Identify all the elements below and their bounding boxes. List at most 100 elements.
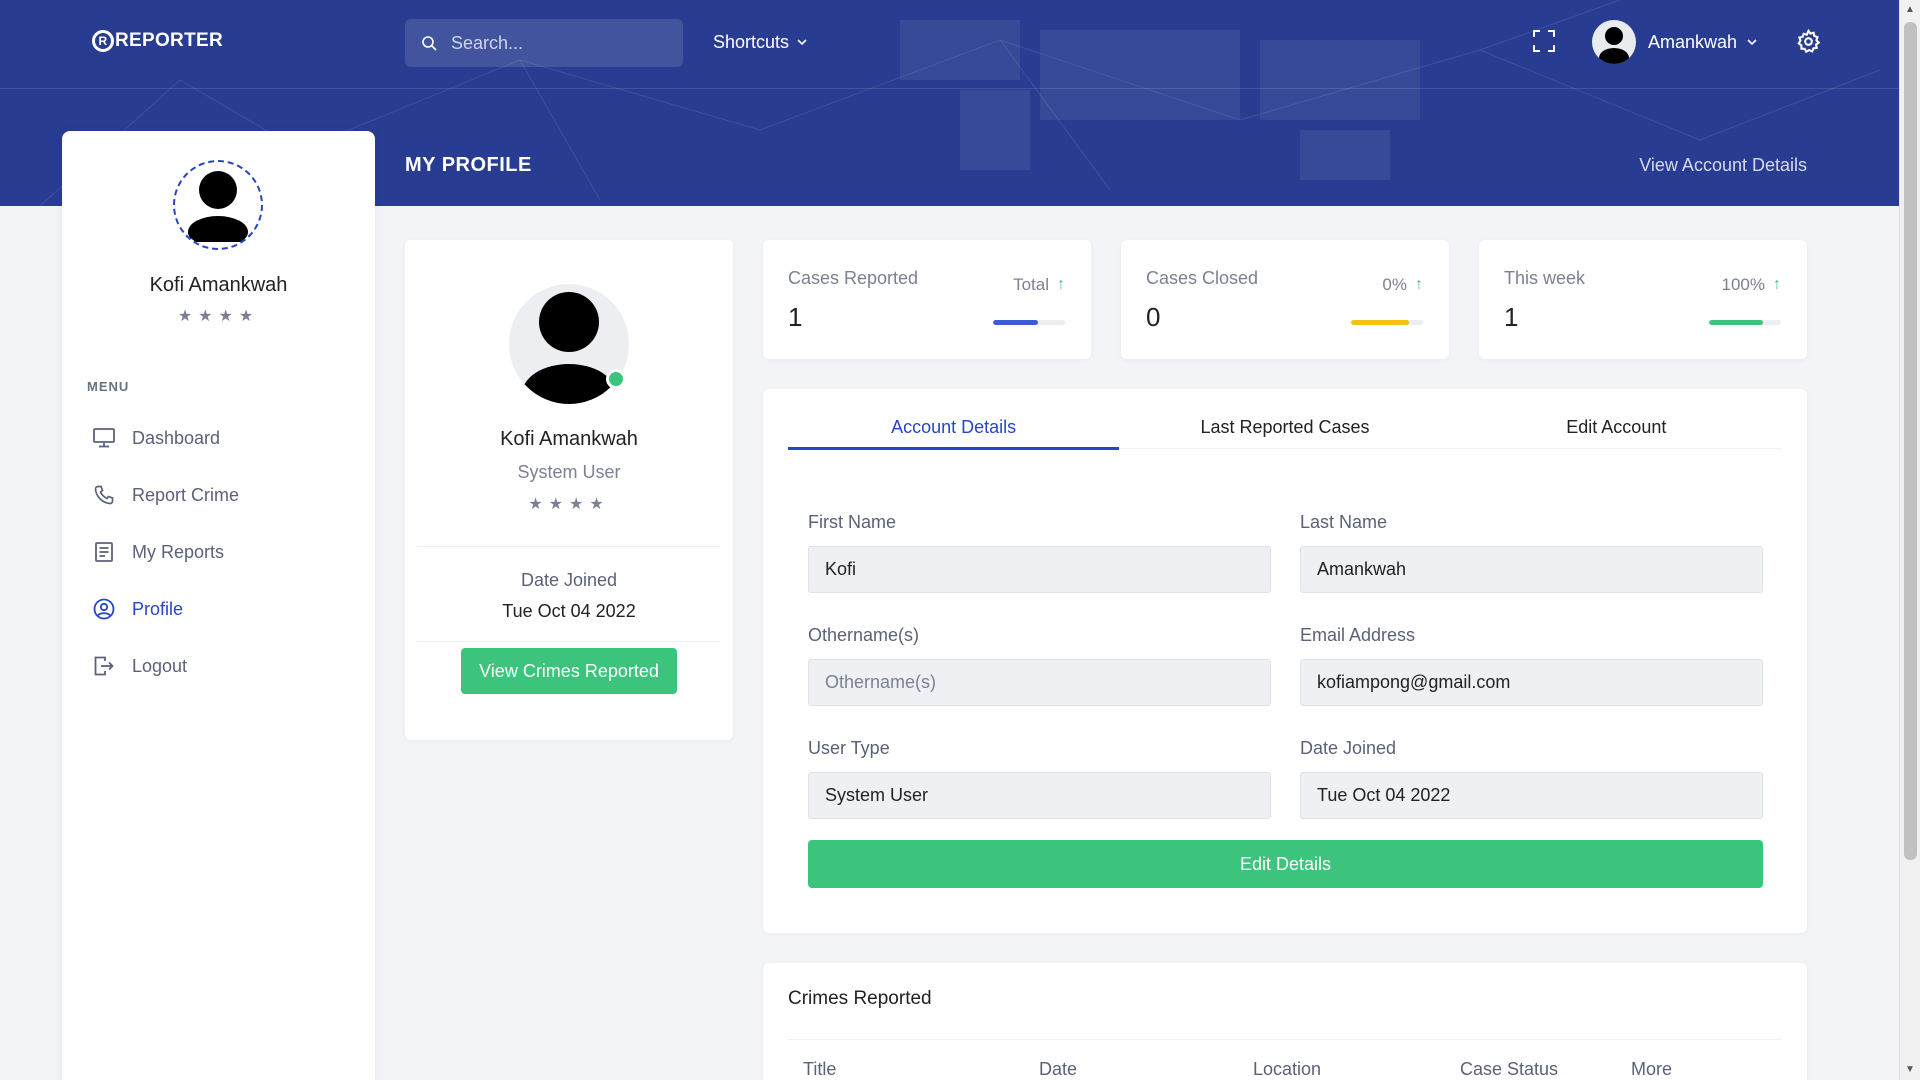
scroll-up-icon[interactable]: ▲: [1905, 4, 1915, 15]
scrollbar-thumb[interactable]: [1904, 22, 1917, 860]
user-silhouette-icon: [1599, 27, 1629, 64]
shortcuts-label: Shortcuts: [713, 32, 790, 52]
user-menu[interactable]: Amankwah: [1592, 20, 1757, 64]
arrow-up-icon: ↑: [1057, 276, 1065, 293]
sidebar: Kofi Amankwah ★★★★ MENU Dashboard Report…: [62, 131, 375, 1080]
othername-field[interactable]: [808, 659, 1271, 706]
edit-details-button[interactable]: Edit Details: [808, 840, 1763, 888]
tab-bar: Account Details Last Reported Cases Edit…: [788, 417, 1782, 450]
menu-heading: MENU: [87, 379, 130, 394]
stat-label: This week: [1504, 268, 1586, 288]
stat-progress-bar: [1351, 320, 1423, 325]
sidebar-avatar[interactable]: [173, 160, 263, 250]
column-header-location[interactable]: Location: [1253, 1059, 1321, 1080]
stat-card-cases-closed: Cases Closed 0 0% ↑: [1121, 240, 1449, 359]
stat-trend-text: 100%: [1721, 275, 1765, 294]
app-logo[interactable]: R REPORTER: [92, 30, 223, 52]
last-name-label: Last Name: [1300, 512, 1388, 532]
stat-card-cases-reported: Cases Reported 1 Total ↑: [763, 240, 1091, 359]
profile-card: Kofi Amankwah System User ★★★★ Date Join…: [405, 240, 733, 740]
search-box[interactable]: [405, 19, 683, 67]
stat-value: 1: [788, 302, 803, 332]
stat-progress-bar: [1709, 320, 1781, 325]
crimes-reported-card: Crimes Reported Title Date Location Case…: [763, 963, 1807, 1080]
sidebar-item-label: Profile: [132, 598, 184, 619]
stat-trend: 100% ↑: [1722, 275, 1781, 295]
sidebar-item-profile[interactable]: Profile: [92, 597, 183, 621]
profile-name: Kofi Amankwah: [500, 428, 638, 450]
user-circle-icon: [92, 597, 116, 621]
chevron-down-icon: [1747, 38, 1757, 45]
divider: [417, 546, 721, 547]
sidebar-item-report-crime[interactable]: Report Crime: [92, 483, 239, 507]
stat-progress-fill: [993, 320, 1038, 325]
last-name-field[interactable]: [1300, 546, 1763, 593]
user-name: Amankwah: [1648, 31, 1738, 52]
othername-label: Othername(s): [808, 625, 920, 645]
sidebar-item-label: My Reports: [132, 541, 225, 562]
stat-progress-fill: [1709, 320, 1763, 325]
user-type-field[interactable]: [808, 772, 1271, 819]
divider: [417, 641, 721, 642]
date-joined-label: Date Joined: [520, 570, 618, 590]
logo-mark: R: [92, 30, 114, 52]
search-input[interactable]: [451, 32, 671, 54]
stat-progress-bar: [993, 320, 1065, 325]
sidebar-item-dashboard[interactable]: Dashboard: [92, 426, 220, 450]
rating-stars: ★★★★: [528, 496, 610, 513]
column-header-title[interactable]: Title: [803, 1059, 836, 1080]
avatar: [1592, 20, 1636, 64]
arrow-up-icon: ↑: [1773, 276, 1781, 293]
phone-icon: [92, 483, 116, 507]
account-details-card: Account Details Last Reported Cases Edit…: [763, 389, 1807, 933]
sidebar-item-logout[interactable]: Logout: [92, 654, 187, 678]
fullscreen-icon[interactable]: [1533, 30, 1555, 52]
stat-trend-text: 0%: [1382, 275, 1407, 294]
stat-trend: Total ↑: [1013, 275, 1065, 295]
view-account-details-link[interactable]: View Account Details: [1639, 155, 1807, 176]
logout-icon: [92, 654, 116, 678]
scroll-down-icon[interactable]: ▼: [1905, 1064, 1915, 1075]
stat-label: Cases Closed: [1146, 268, 1259, 288]
date-joined-field[interactable]: [1300, 772, 1763, 819]
document-icon: [92, 540, 116, 564]
chevron-down-icon: [797, 39, 807, 46]
first-name-label: First Name: [808, 512, 897, 532]
profile-role: System User: [517, 462, 621, 482]
shortcuts-dropdown[interactable]: Shortcuts: [713, 32, 807, 53]
email-label: Email Address: [1300, 625, 1416, 645]
header-divider: [0, 88, 1899, 89]
stat-progress-fill: [1351, 320, 1409, 325]
user-silhouette-icon: [188, 171, 248, 242]
sidebar-item-label: Report Crime: [132, 484, 240, 505]
divider: [788, 1039, 1782, 1040]
tab-edit-account[interactable]: Edit Account: [1451, 417, 1782, 448]
online-status-dot: [606, 369, 626, 389]
stat-value: 1: [1504, 302, 1519, 332]
email-field[interactable]: [1300, 659, 1763, 706]
column-header-case-status[interactable]: Case Status: [1460, 1059, 1558, 1080]
user-type-label: User Type: [808, 738, 890, 758]
first-name-field[interactable]: [808, 546, 1271, 593]
search-icon: [422, 36, 437, 51]
stat-trend-text: Total: [1013, 275, 1049, 294]
sidebar-item-label: Dashboard: [132, 427, 221, 448]
gear-icon[interactable]: [1796, 29, 1821, 54]
date-joined-label: Date Joined: [1300, 738, 1397, 758]
stat-card-this-week: This week 1 100% ↑: [1479, 240, 1807, 359]
tab-account-details[interactable]: Account Details: [788, 417, 1120, 450]
sidebar-item-label: Logout: [132, 655, 188, 676]
date-joined-value: Tue Oct 04 2022: [502, 601, 636, 621]
sidebar-item-my-reports[interactable]: My Reports: [92, 540, 224, 564]
tab-last-reported-cases[interactable]: Last Reported Cases: [1119, 417, 1450, 448]
page-scrollbar[interactable]: ▲ ▼: [1899, 0, 1920, 1080]
column-header-more[interactable]: More: [1631, 1059, 1672, 1080]
sidebar-user-name: Kofi Amankwah: [149, 274, 288, 296]
column-header-date[interactable]: Date: [1039, 1059, 1077, 1080]
stat-label: Cases Reported: [788, 268, 919, 288]
stat-value: 0: [1146, 302, 1161, 332]
page-title: MY PROFILE: [405, 154, 532, 176]
view-crimes-reported-button[interactable]: View Crimes Reported: [461, 648, 677, 694]
logo-text: REPORTER: [115, 30, 223, 51]
crimes-reported-title: Crimes Reported: [788, 988, 932, 1009]
